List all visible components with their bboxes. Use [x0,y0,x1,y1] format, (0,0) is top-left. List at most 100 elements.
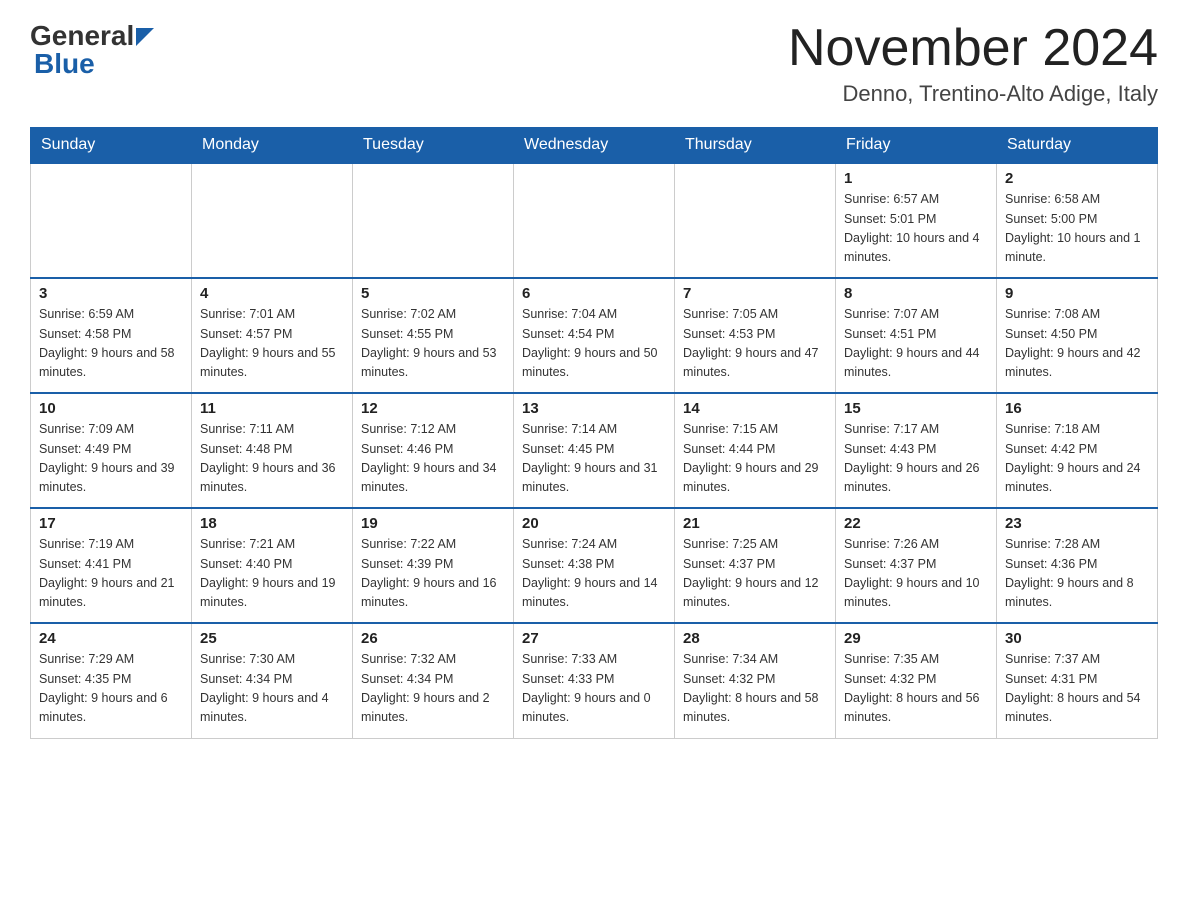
table-row: 2 Sunrise: 6:58 AMSunset: 5:00 PMDaylight… [997,163,1158,278]
calendar-table: Sunday Monday Tuesday Wednesday Thursday… [30,127,1158,739]
table-row: 26Sunrise: 7:32 AMSunset: 4:34 PMDayligh… [353,623,514,738]
logo: General Blue [30,20,154,80]
day-number: 20 [522,515,666,532]
table-row: 1Sunrise: 6:57 AMSunset: 5:01 PMDaylight… [836,163,997,278]
day-number: 14 [683,400,827,417]
calendar-week-row: 3 Sunrise: 6:59 AMSunset: 4:58 PMDaylight… [31,278,1158,393]
table-row: 13 Sunrise: 7:14 AMSunset: 4:45 PMDayligh… [514,393,675,508]
table-row: 23 Sunrise: 7:28 AMSunset: 4:36 PMDayligh… [997,508,1158,623]
day-number: 3 [39,285,183,302]
day-info: Sunrise: 7:34 AMSunset: 4:32 PMDaylight:… [683,650,827,728]
col-sunday: Sunday [31,128,192,164]
day-info: Sunrise: 6:57 AMSunset: 5:01 PMDaylight:… [844,190,988,268]
day-info: Sunrise: 7:08 AMSunset: 4:50 PMDaylight:… [1005,305,1149,383]
calendar-week-row: 17 Sunrise: 7:19 AMSunset: 4:41 PMDayligh… [31,508,1158,623]
table-row: 18 Sunrise: 7:21 AMSunset: 4:40 PMDayligh… [192,508,353,623]
table-row: 3 Sunrise: 6:59 AMSunset: 4:58 PMDaylight… [31,278,192,393]
day-number: 19 [361,515,505,532]
day-number: 4 [200,285,344,302]
day-number: 24 [39,630,183,647]
day-info: Sunrise: 7:25 AMSunset: 4:37 PMDaylight:… [683,535,827,613]
table-row [192,163,353,278]
day-info: Sunrise: 7:24 AMSunset: 4:38 PMDaylight:… [522,535,666,613]
day-number: 9 [1005,285,1149,302]
day-info: Sunrise: 7:11 AMSunset: 4:48 PMDaylight:… [200,420,344,498]
day-info: Sunrise: 7:22 AMSunset: 4:39 PMDaylight:… [361,535,505,613]
table-row: 12Sunrise: 7:12 AMSunset: 4:46 PMDayligh… [353,393,514,508]
day-info: Sunrise: 7:09 AMSunset: 4:49 PMDaylight:… [39,420,183,498]
col-wednesday: Wednesday [514,128,675,164]
day-info: Sunrise: 7:28 AMSunset: 4:36 PMDaylight:… [1005,535,1149,613]
day-number: 30 [1005,630,1149,647]
table-row: 24 Sunrise: 7:29 AMSunset: 4:35 PMDayligh… [31,623,192,738]
table-row: 17 Sunrise: 7:19 AMSunset: 4:41 PMDayligh… [31,508,192,623]
day-number: 23 [1005,515,1149,532]
day-number: 18 [200,515,344,532]
col-tuesday: Tuesday [353,128,514,164]
table-row: 5 Sunrise: 7:02 AMSunset: 4:55 PMDaylight… [353,278,514,393]
day-info: Sunrise: 7:04 AMSunset: 4:54 PMDaylight:… [522,305,666,383]
table-row [353,163,514,278]
day-info: Sunrise: 7:05 AMSunset: 4:53 PMDaylight:… [683,305,827,383]
table-row: 20 Sunrise: 7:24 AMSunset: 4:38 PMDayligh… [514,508,675,623]
day-info: Sunrise: 7:29 AMSunset: 4:35 PMDaylight:… [39,650,183,728]
calendar-header-row: Sunday Monday Tuesday Wednesday Thursday… [31,128,1158,164]
day-number: 12 [361,400,505,417]
day-number: 25 [200,630,344,647]
day-number: 11 [200,400,344,417]
day-info: Sunrise: 6:59 AMSunset: 4:58 PMDaylight:… [39,305,183,383]
day-number: 8 [844,285,988,302]
day-info: Sunrise: 7:02 AMSunset: 4:55 PMDaylight:… [361,305,505,383]
day-info: Sunrise: 7:32 AMSunset: 4:34 PMDaylight:… [361,650,505,728]
day-info: Sunrise: 7:21 AMSunset: 4:40 PMDaylight:… [200,535,344,613]
table-row: 7 Sunrise: 7:05 AMSunset: 4:53 PMDaylight… [675,278,836,393]
day-info: Sunrise: 7:19 AMSunset: 4:41 PMDaylight:… [39,535,183,613]
table-row [514,163,675,278]
table-row: 16Sunrise: 7:18 AMSunset: 4:42 PMDayligh… [997,393,1158,508]
day-number: 21 [683,515,827,532]
table-row: 19 Sunrise: 7:22 AMSunset: 4:39 PMDayligh… [353,508,514,623]
day-number: 5 [361,285,505,302]
logo-blue-text: Blue [34,48,95,80]
day-info: Sunrise: 7:37 AMSunset: 4:31 PMDaylight:… [1005,650,1149,728]
day-info: Sunrise: 7:17 AMSunset: 4:43 PMDaylight:… [844,420,988,498]
table-row: 6Sunrise: 7:04 AMSunset: 4:54 PMDaylight… [514,278,675,393]
day-number: 7 [683,285,827,302]
day-info: Sunrise: 7:35 AMSunset: 4:32 PMDaylight:… [844,650,988,728]
table-row: 14 Sunrise: 7:15 AMSunset: 4:44 PMDayligh… [675,393,836,508]
calendar-week-row: 24 Sunrise: 7:29 AMSunset: 4:35 PMDayligh… [31,623,1158,738]
table-row: 15 Sunrise: 7:17 AMSunset: 4:43 PMDayligh… [836,393,997,508]
col-thursday: Thursday [675,128,836,164]
table-row: 29 Sunrise: 7:35 AMSunset: 4:32 PMDayligh… [836,623,997,738]
calendar-week-row: 1Sunrise: 6:57 AMSunset: 5:01 PMDaylight… [31,163,1158,278]
day-number: 17 [39,515,183,532]
col-saturday: Saturday [997,128,1158,164]
logo-arrow-icon [136,28,154,46]
day-number: 27 [522,630,666,647]
table-row: 9 Sunrise: 7:08 AMSunset: 4:50 PMDaylight… [997,278,1158,393]
table-row: 21 Sunrise: 7:25 AMSunset: 4:37 PMDayligh… [675,508,836,623]
day-number: 13 [522,400,666,417]
table-row: 8Sunrise: 7:07 AMSunset: 4:51 PMDaylight… [836,278,997,393]
day-number: 15 [844,400,988,417]
day-info: Sunrise: 7:01 AMSunset: 4:57 PMDaylight:… [200,305,344,383]
table-row [31,163,192,278]
day-number: 10 [39,400,183,417]
day-number: 16 [1005,400,1149,417]
day-number: 2 [1005,170,1149,187]
day-info: Sunrise: 6:58 AMSunset: 5:00 PMDaylight:… [1005,190,1149,268]
day-number: 28 [683,630,827,647]
month-title: November 2024 [788,20,1158,77]
table-row: 27Sunrise: 7:33 AMSunset: 4:33 PMDayligh… [514,623,675,738]
col-friday: Friday [836,128,997,164]
day-info: Sunrise: 7:26 AMSunset: 4:37 PMDaylight:… [844,535,988,613]
table-row: 22Sunrise: 7:26 AMSunset: 4:37 PMDayligh… [836,508,997,623]
day-info: Sunrise: 7:14 AMSunset: 4:45 PMDaylight:… [522,420,666,498]
table-row: 4 Sunrise: 7:01 AMSunset: 4:57 PMDaylight… [192,278,353,393]
day-number: 29 [844,630,988,647]
table-row: 10 Sunrise: 7:09 AMSunset: 4:49 PMDayligh… [31,393,192,508]
location-subtitle: Denno, Trentino-Alto Adige, Italy [788,81,1158,107]
table-row: 30 Sunrise: 7:37 AMSunset: 4:31 PMDayligh… [997,623,1158,738]
day-info: Sunrise: 7:15 AMSunset: 4:44 PMDaylight:… [683,420,827,498]
table-row: 25Sunrise: 7:30 AMSunset: 4:34 PMDayligh… [192,623,353,738]
